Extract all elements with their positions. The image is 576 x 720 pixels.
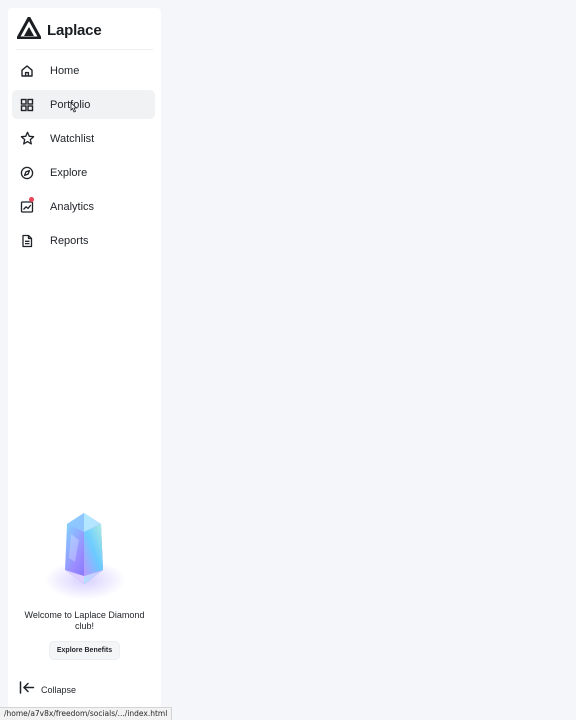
sidebar-item-label: Explore xyxy=(50,166,88,179)
collapse-arrow-icon xyxy=(19,681,35,699)
sidebar-item-explore[interactable]: Explore xyxy=(12,158,155,187)
compass-icon xyxy=(19,165,35,181)
sidebar-item-label: Watchlist xyxy=(50,132,95,145)
laplace-logo-icon xyxy=(16,16,42,44)
sidebar-item-home[interactable]: Home xyxy=(12,56,155,85)
sidebar-item-reports[interactable]: Reports xyxy=(12,226,155,255)
divider xyxy=(16,49,153,50)
sidebar-item-label: Reports xyxy=(50,234,89,247)
notification-dot xyxy=(29,197,34,202)
sidebar-item-analytics[interactable]: Analytics xyxy=(12,192,155,221)
collapse-button[interactable]: Collapse xyxy=(19,681,77,699)
pointer-cursor-icon xyxy=(69,100,79,118)
brand-logo[interactable]: Laplace xyxy=(16,16,102,44)
sidebar-item-label: Home xyxy=(50,64,80,77)
sidebar: Laplace Home Portfolio Watchlist Explore… xyxy=(8,8,161,720)
sidebar-item-portfolio[interactable]: Portfolio xyxy=(12,90,155,119)
collapse-label: Collapse xyxy=(41,685,77,695)
diamond-club-promo: Welcome to Laplace Diamond club! Explore… xyxy=(8,510,161,660)
portfolio-grid-icon xyxy=(19,97,35,113)
brand-name: Laplace xyxy=(47,21,102,39)
browser-status-url: /home/a7v8x/freedom/socials/.../index.ht… xyxy=(0,707,173,720)
promo-message: Welcome to Laplace Diamond club! xyxy=(24,610,145,631)
star-icon xyxy=(19,131,35,147)
sidebar-item-label: Analytics xyxy=(50,200,95,213)
explore-benefits-button[interactable]: Explore Benefits xyxy=(48,641,121,660)
document-icon xyxy=(19,233,35,249)
sidebar-nav: Home Portfolio Watchlist Explore Analyti… xyxy=(12,56,155,260)
diamond-gem-icon xyxy=(8,510,161,610)
sidebar-item-watchlist[interactable]: Watchlist xyxy=(12,124,155,153)
home-icon xyxy=(19,63,35,79)
